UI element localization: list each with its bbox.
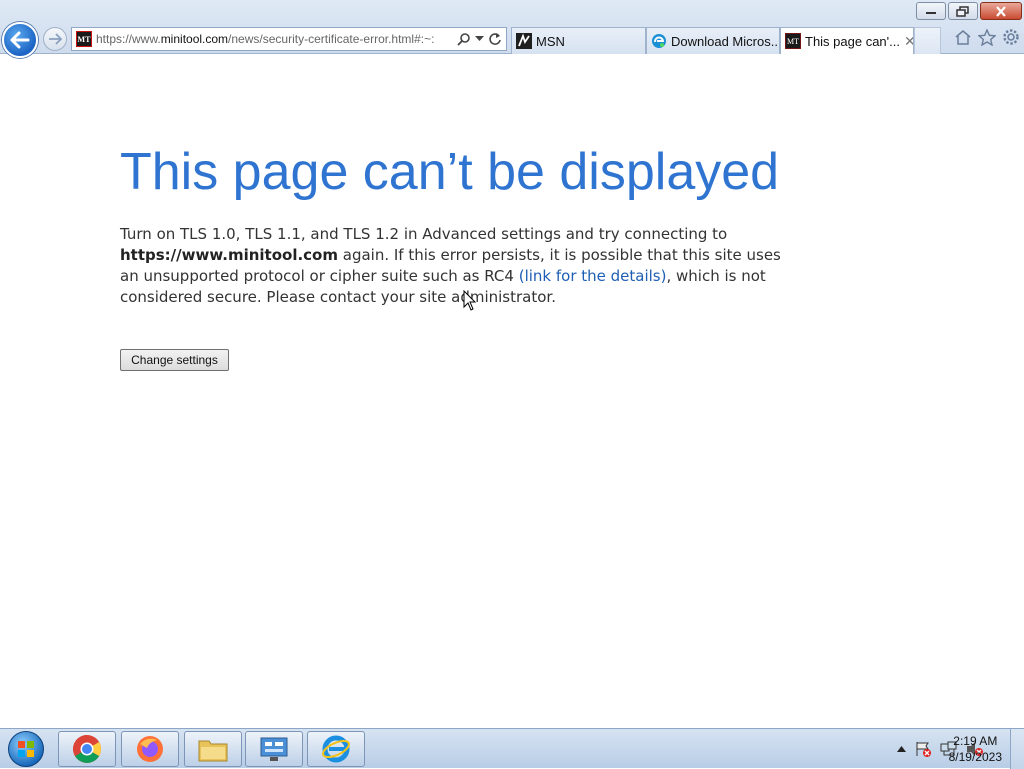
browser-chrome: MT https://www.minitool.com/news/securit…	[0, 0, 1024, 58]
file-explorer-icon	[198, 740, 228, 762]
forward-arrow-icon	[49, 33, 62, 45]
url-path: /news/security-certificate-error.html#:~…	[228, 32, 435, 46]
settings-gear-icon[interactable]	[1002, 28, 1020, 46]
clock-date: 8/19/2023	[948, 750, 1002, 764]
taskbar: 2:19 AM 8/19/2023	[0, 728, 1024, 769]
internet-explorer-icon	[322, 735, 350, 763]
tab-label: This page can'...	[805, 33, 900, 49]
taskbar-file-explorer[interactable]	[184, 731, 242, 767]
system-clock[interactable]: 2:19 AM 8/19/2023	[949, 733, 1002, 765]
address-bar[interactable]: MT https://www.minitool.com/news/securit…	[71, 27, 507, 51]
tab-download-microsoft[interactable]: Download Micros...	[646, 27, 780, 54]
chevron-down-icon[interactable]	[475, 36, 484, 42]
tab-close-icon[interactable]: ✕	[900, 33, 913, 50]
taskbar-firefox[interactable]	[121, 731, 179, 767]
new-tab-button[interactable]	[914, 27, 941, 54]
back-button[interactable]	[2, 22, 38, 58]
error-message: Turn on TLS 1.0, TLS 1.1, and TLS 1.2 in…	[120, 224, 800, 308]
restore-button[interactable]	[948, 2, 978, 20]
edge-icon	[651, 33, 667, 49]
address-bar-actions	[457, 32, 506, 46]
message-text: Turn on TLS 1.0, TLS 1.1, and TLS 1.2 in…	[120, 225, 728, 243]
action-center-flag-icon[interactable]	[914, 741, 932, 757]
control-panel-icon	[260, 737, 288, 761]
home-icon[interactable]	[954, 28, 972, 46]
details-link[interactable]: (link for the details)	[519, 267, 667, 285]
tab-label: MSN	[536, 33, 565, 49]
change-settings-button[interactable]: Change settings	[120, 349, 229, 371]
page-title: This page can’t be displayed	[120, 143, 780, 201]
taskbar-internet-explorer[interactable]	[307, 731, 365, 767]
windows-logo-icon	[8, 731, 44, 767]
tab-this-page[interactable]: MT This page can'... ✕	[780, 27, 914, 54]
url-text[interactable]: https://www.minitool.com/news/security-c…	[96, 32, 457, 46]
tab-msn[interactable]: MSN	[511, 27, 646, 54]
firefox-icon	[137, 736, 163, 762]
taskbar-chrome[interactable]	[58, 731, 116, 767]
tab-label: Download Micros...	[671, 33, 780, 49]
refresh-icon[interactable]	[488, 32, 502, 46]
back-arrow-icon	[10, 31, 30, 49]
browser-tools	[954, 28, 1020, 46]
show-hidden-icons-icon[interactable]	[897, 746, 906, 752]
msn-icon	[516, 33, 532, 49]
minimize-button[interactable]	[916, 2, 946, 20]
start-button[interactable]	[4, 730, 48, 768]
url-domain: minitool.com	[160, 32, 229, 46]
site-favicon: MT	[76, 31, 92, 47]
show-desktop-button[interactable]	[1010, 729, 1024, 769]
search-icon[interactable]	[457, 32, 471, 46]
favorites-star-icon[interactable]	[978, 28, 996, 46]
forward-button[interactable]	[43, 27, 67, 51]
clock-time: 2:19 AM	[953, 734, 998, 748]
minitool-icon: MT	[785, 33, 801, 49]
mouse-cursor-icon	[463, 290, 477, 311]
error-content: This page can’t be displayed Turn on TLS…	[120, 140, 800, 308]
chrome-icon	[73, 735, 101, 763]
url-prefix: https://www.	[96, 32, 161, 46]
close-button[interactable]	[980, 2, 1022, 20]
site-url-bold: https://www.minitool.com	[120, 246, 338, 264]
svg-text:MT: MT	[787, 37, 799, 46]
window-controls	[916, 2, 1022, 20]
taskbar-control-panel[interactable]	[245, 731, 303, 767]
